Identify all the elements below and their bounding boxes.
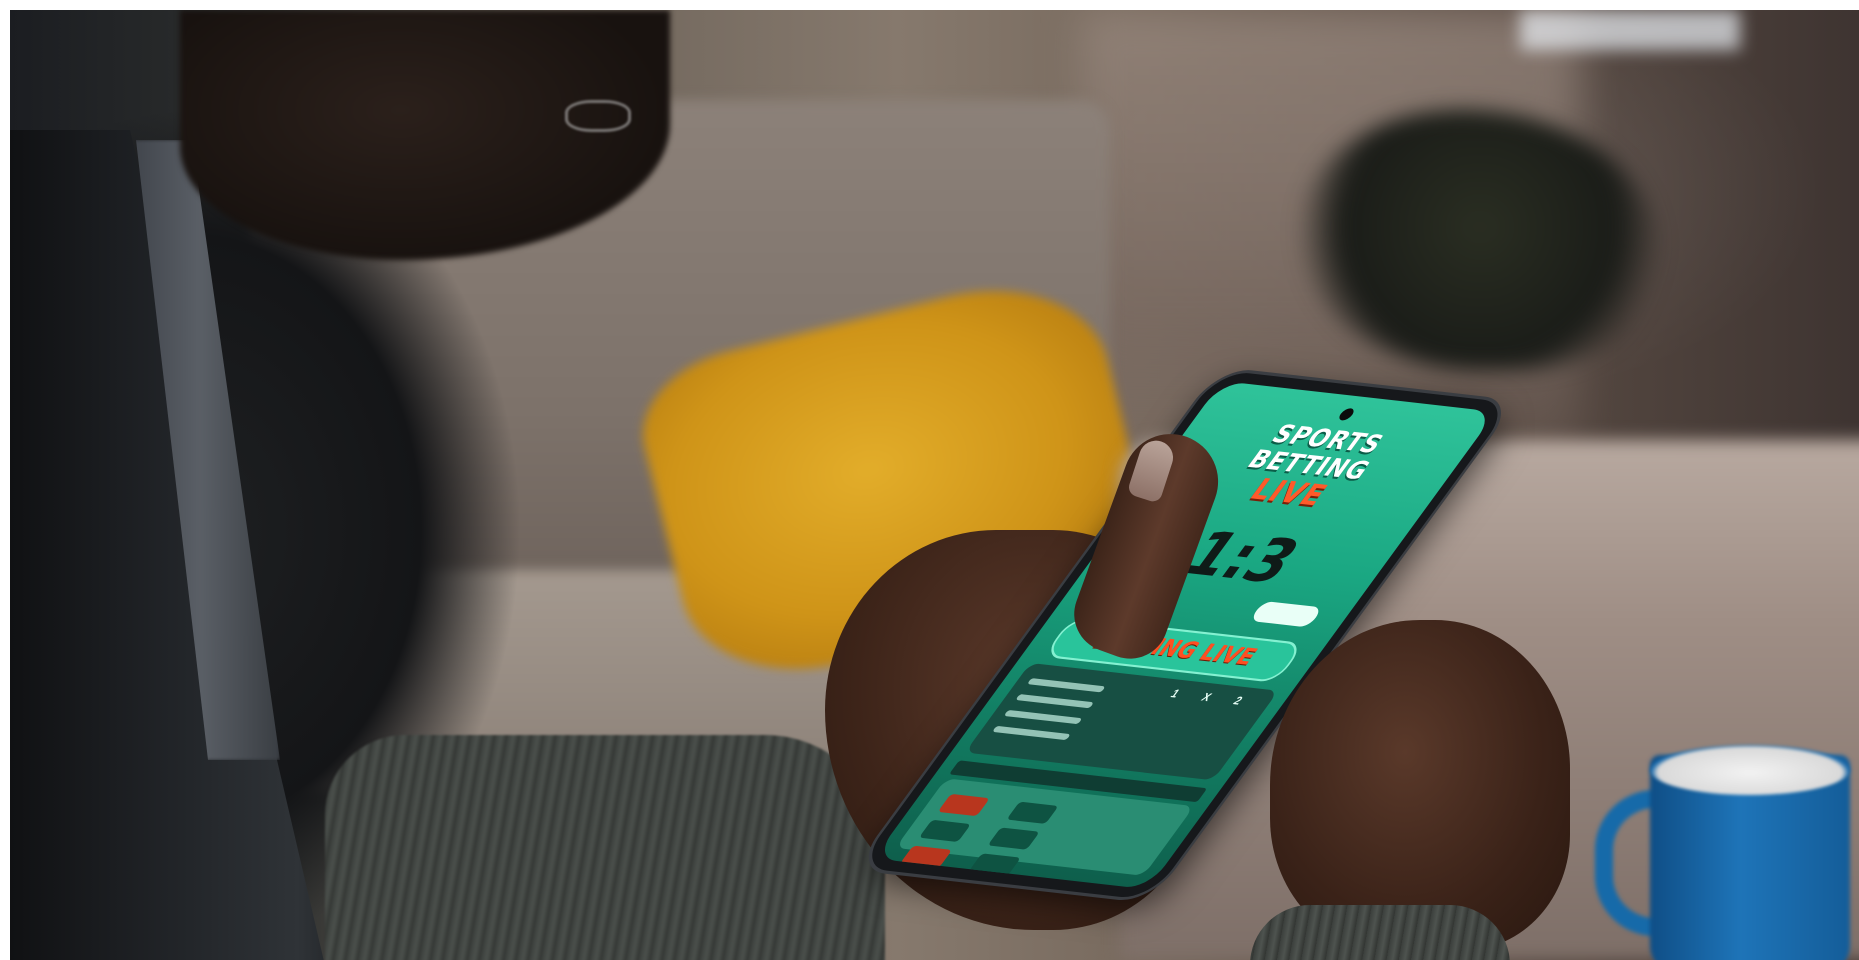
match-list-panel: 1 X 2 — [964, 662, 1279, 781]
odds-cell — [899, 845, 953, 868]
odds-cell — [968, 853, 1021, 876]
knit-sleeve-right — [1250, 905, 1510, 960]
eyeglasses — [565, 100, 631, 132]
window-light — [1520, 10, 1740, 50]
odds-cell — [987, 827, 1040, 850]
odds-cell — [1006, 801, 1059, 824]
front-camera-icon — [1336, 407, 1356, 421]
mug-rim — [1650, 745, 1850, 795]
house-plant — [1300, 110, 1660, 370]
right-hand — [1270, 620, 1570, 950]
odds-cell — [918, 819, 971, 843]
odds-column-headers: 1 X 2 — [1168, 688, 1256, 709]
match-row — [1015, 693, 1095, 709]
column-2: 2 — [1230, 694, 1256, 709]
match-row — [1003, 709, 1083, 725]
column-1: 1 — [1167, 687, 1194, 702]
match-row — [1026, 678, 1106, 693]
column-x: X — [1198, 691, 1226, 706]
odds-cell — [937, 793, 990, 817]
team-chip-right — [1249, 600, 1324, 628]
match-row — [992, 725, 1071, 741]
photo-scene: SPORTS BETTING LIVE 1:3 BETTING LIVE 1 X… — [10, 10, 1859, 960]
knit-sleeve-left — [325, 735, 885, 960]
